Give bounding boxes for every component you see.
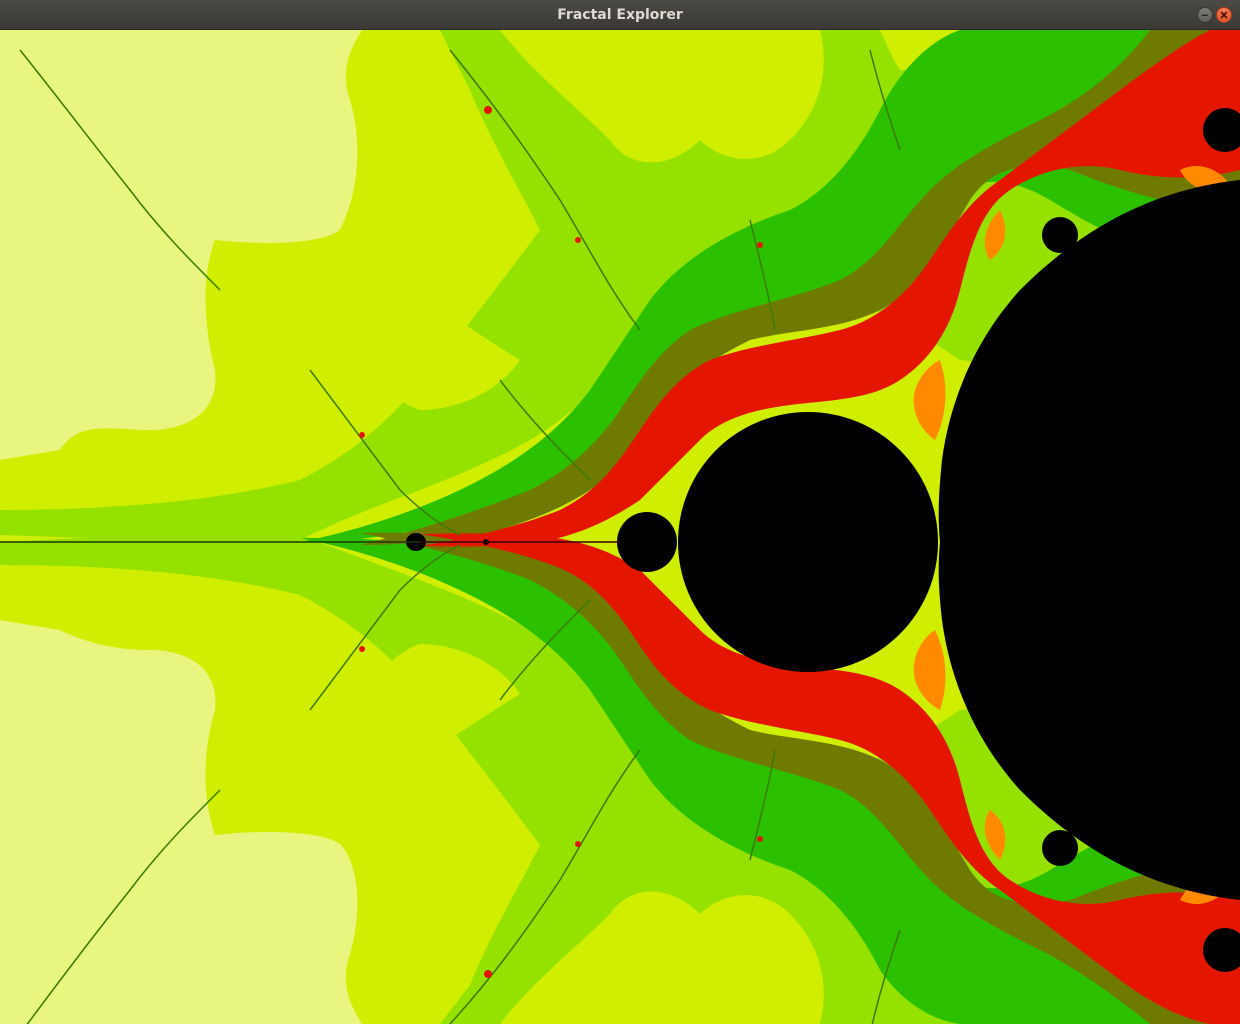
close-icon xyxy=(1220,11,1228,19)
fractal-canvas[interactable] xyxy=(0,30,1240,1024)
close-button[interactable] xyxy=(1216,7,1232,23)
window-title: Fractal Explorer xyxy=(557,7,683,23)
minimize-button[interactable] xyxy=(1197,7,1213,23)
app-window: Fractal Explorer xyxy=(0,0,1240,1024)
set-period-2-bulb xyxy=(678,412,938,672)
set-period-4-bulb xyxy=(617,512,677,572)
fractal-image xyxy=(0,30,1240,1024)
minimize-icon xyxy=(1202,14,1208,16)
title-bar[interactable]: Fractal Explorer xyxy=(0,0,1240,30)
